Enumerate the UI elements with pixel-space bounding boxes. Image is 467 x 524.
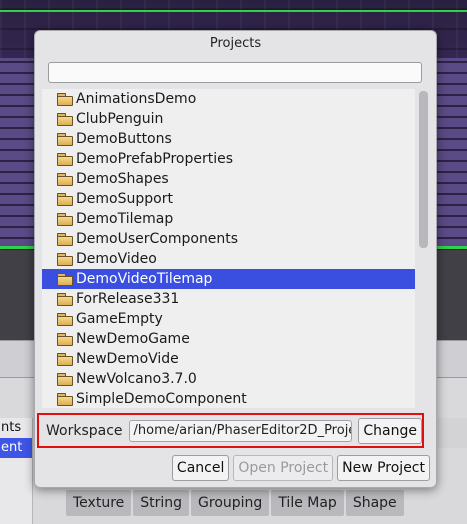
- project-item[interactable]: DemoVideo: [42, 249, 415, 269]
- folder-icon: [57, 213, 73, 226]
- project-item[interactable]: GameEmpty: [42, 309, 415, 329]
- project-item-label: NewDemoGame: [76, 331, 190, 347]
- outline-item-selected[interactable]: ent: [0, 438, 32, 458]
- open-project-button[interactable]: Open Project: [233, 455, 334, 481]
- project-item-label: DemoSupport: [76, 191, 173, 207]
- project-item-label: ForRelease331: [76, 291, 180, 307]
- folder-icon: [57, 173, 73, 186]
- inspector-strip: [438, 418, 467, 448]
- tab-string[interactable]: String: [133, 490, 190, 516]
- scene-guide-top: [0, 10, 467, 12]
- folder-icon: [57, 373, 73, 386]
- project-item[interactable]: DemoShapes: [42, 169, 415, 189]
- outline-item[interactable]: nts: [0, 418, 32, 438]
- project-item-label: DemoPrefabProperties: [76, 151, 234, 167]
- project-item-label: DemoUserComponents: [76, 231, 239, 247]
- project-item-label: NewDemoVide: [76, 351, 179, 367]
- inspector-tabs: Texture String Grouping Tile Map Shape: [66, 490, 404, 516]
- project-item[interactable]: DemoPrefabProperties: [42, 149, 415, 169]
- folder-icon: [57, 293, 73, 306]
- project-item-label: DemoVideo: [76, 251, 157, 267]
- project-item[interactable]: DemoTilemap: [42, 209, 415, 229]
- project-item-label: DemoTilemap: [76, 211, 174, 227]
- folder-icon: [57, 313, 73, 326]
- project-item-label: DemoShapes: [76, 171, 169, 187]
- folder-icon: [57, 133, 73, 146]
- folder-icon: [57, 253, 73, 266]
- tab-texture[interactable]: Texture: [66, 490, 132, 516]
- project-item-label: AnimationsDemo: [76, 91, 197, 107]
- folder-icon: [57, 273, 73, 286]
- project-item[interactable]: NewDemoVide: [42, 349, 415, 369]
- dialog-title: Projects: [209, 36, 262, 51]
- workspace-path-field[interactable]: /home/arian/PhaserEditor2D_Projects: [128, 419, 353, 442]
- project-item[interactable]: NewDemoGame: [42, 329, 415, 349]
- folder-icon: [57, 93, 73, 106]
- project-item-label: ClubPenguin: [76, 111, 164, 127]
- project-item-label: DemoButtons: [76, 131, 172, 147]
- tab-shape[interactable]: Shape: [345, 490, 404, 516]
- projects-dialog: Projects AnimationsDemo ClubPenguin DemoBu…: [34, 30, 437, 488]
- project-item[interactable]: DemoSupport: [42, 189, 415, 209]
- folder-icon: [57, 153, 73, 166]
- projects-list: AnimationsDemo ClubPenguin DemoButtons Demo…: [42, 89, 432, 408]
- project-item-label: GameEmpty: [76, 311, 163, 327]
- project-item[interactable]: DemoUserComponents: [42, 229, 415, 249]
- folder-icon: [57, 233, 73, 246]
- tab-grouping[interactable]: Grouping: [191, 490, 270, 516]
- project-item[interactable]: ForRelease331: [42, 289, 415, 309]
- tab-tile-map[interactable]: Tile Map: [271, 490, 344, 516]
- projects-list-body: AnimationsDemo ClubPenguin DemoButtons Demo…: [42, 89, 415, 408]
- folder-icon: [57, 333, 73, 346]
- scrollbar-thumb[interactable]: [419, 91, 428, 248]
- workspace-label: Workspace: [46, 422, 123, 439]
- project-item-label: SimpleDemoComponent: [76, 391, 247, 407]
- list-scrollbar[interactable]: [415, 89, 432, 408]
- project-item[interactable]: AnimationsDemo: [42, 89, 415, 109]
- folder-icon: [57, 193, 73, 206]
- project-item-selected[interactable]: DemoVideoTilemap: [42, 269, 415, 289]
- project-item[interactable]: ClubPenguin: [42, 109, 415, 129]
- new-project-button[interactable]: New Project: [337, 455, 430, 481]
- project-item[interactable]: SimpleDemoComponent: [42, 389, 415, 408]
- project-item[interactable]: DemoButtons: [42, 129, 415, 149]
- project-item-label: DemoVideoTilemap: [76, 271, 213, 287]
- folder-icon: [57, 393, 73, 406]
- filter-input[interactable]: [48, 62, 422, 83]
- cancel-button[interactable]: Cancel: [171, 455, 230, 481]
- dialog-actions: Cancel Open Project New Project: [171, 455, 430, 481]
- folder-icon: [57, 353, 73, 366]
- workspace-row: Workspace /home/arian/PhaserEditor2D_Pro…: [37, 413, 424, 448]
- change-workspace-button[interactable]: Change: [358, 417, 422, 444]
- project-item[interactable]: NewVolcano3.7.0: [42, 369, 415, 389]
- project-item-label: NewVolcano3.7.0: [76, 371, 197, 387]
- folder-icon: [57, 113, 73, 126]
- outline-list: nts ent: [0, 418, 33, 524]
